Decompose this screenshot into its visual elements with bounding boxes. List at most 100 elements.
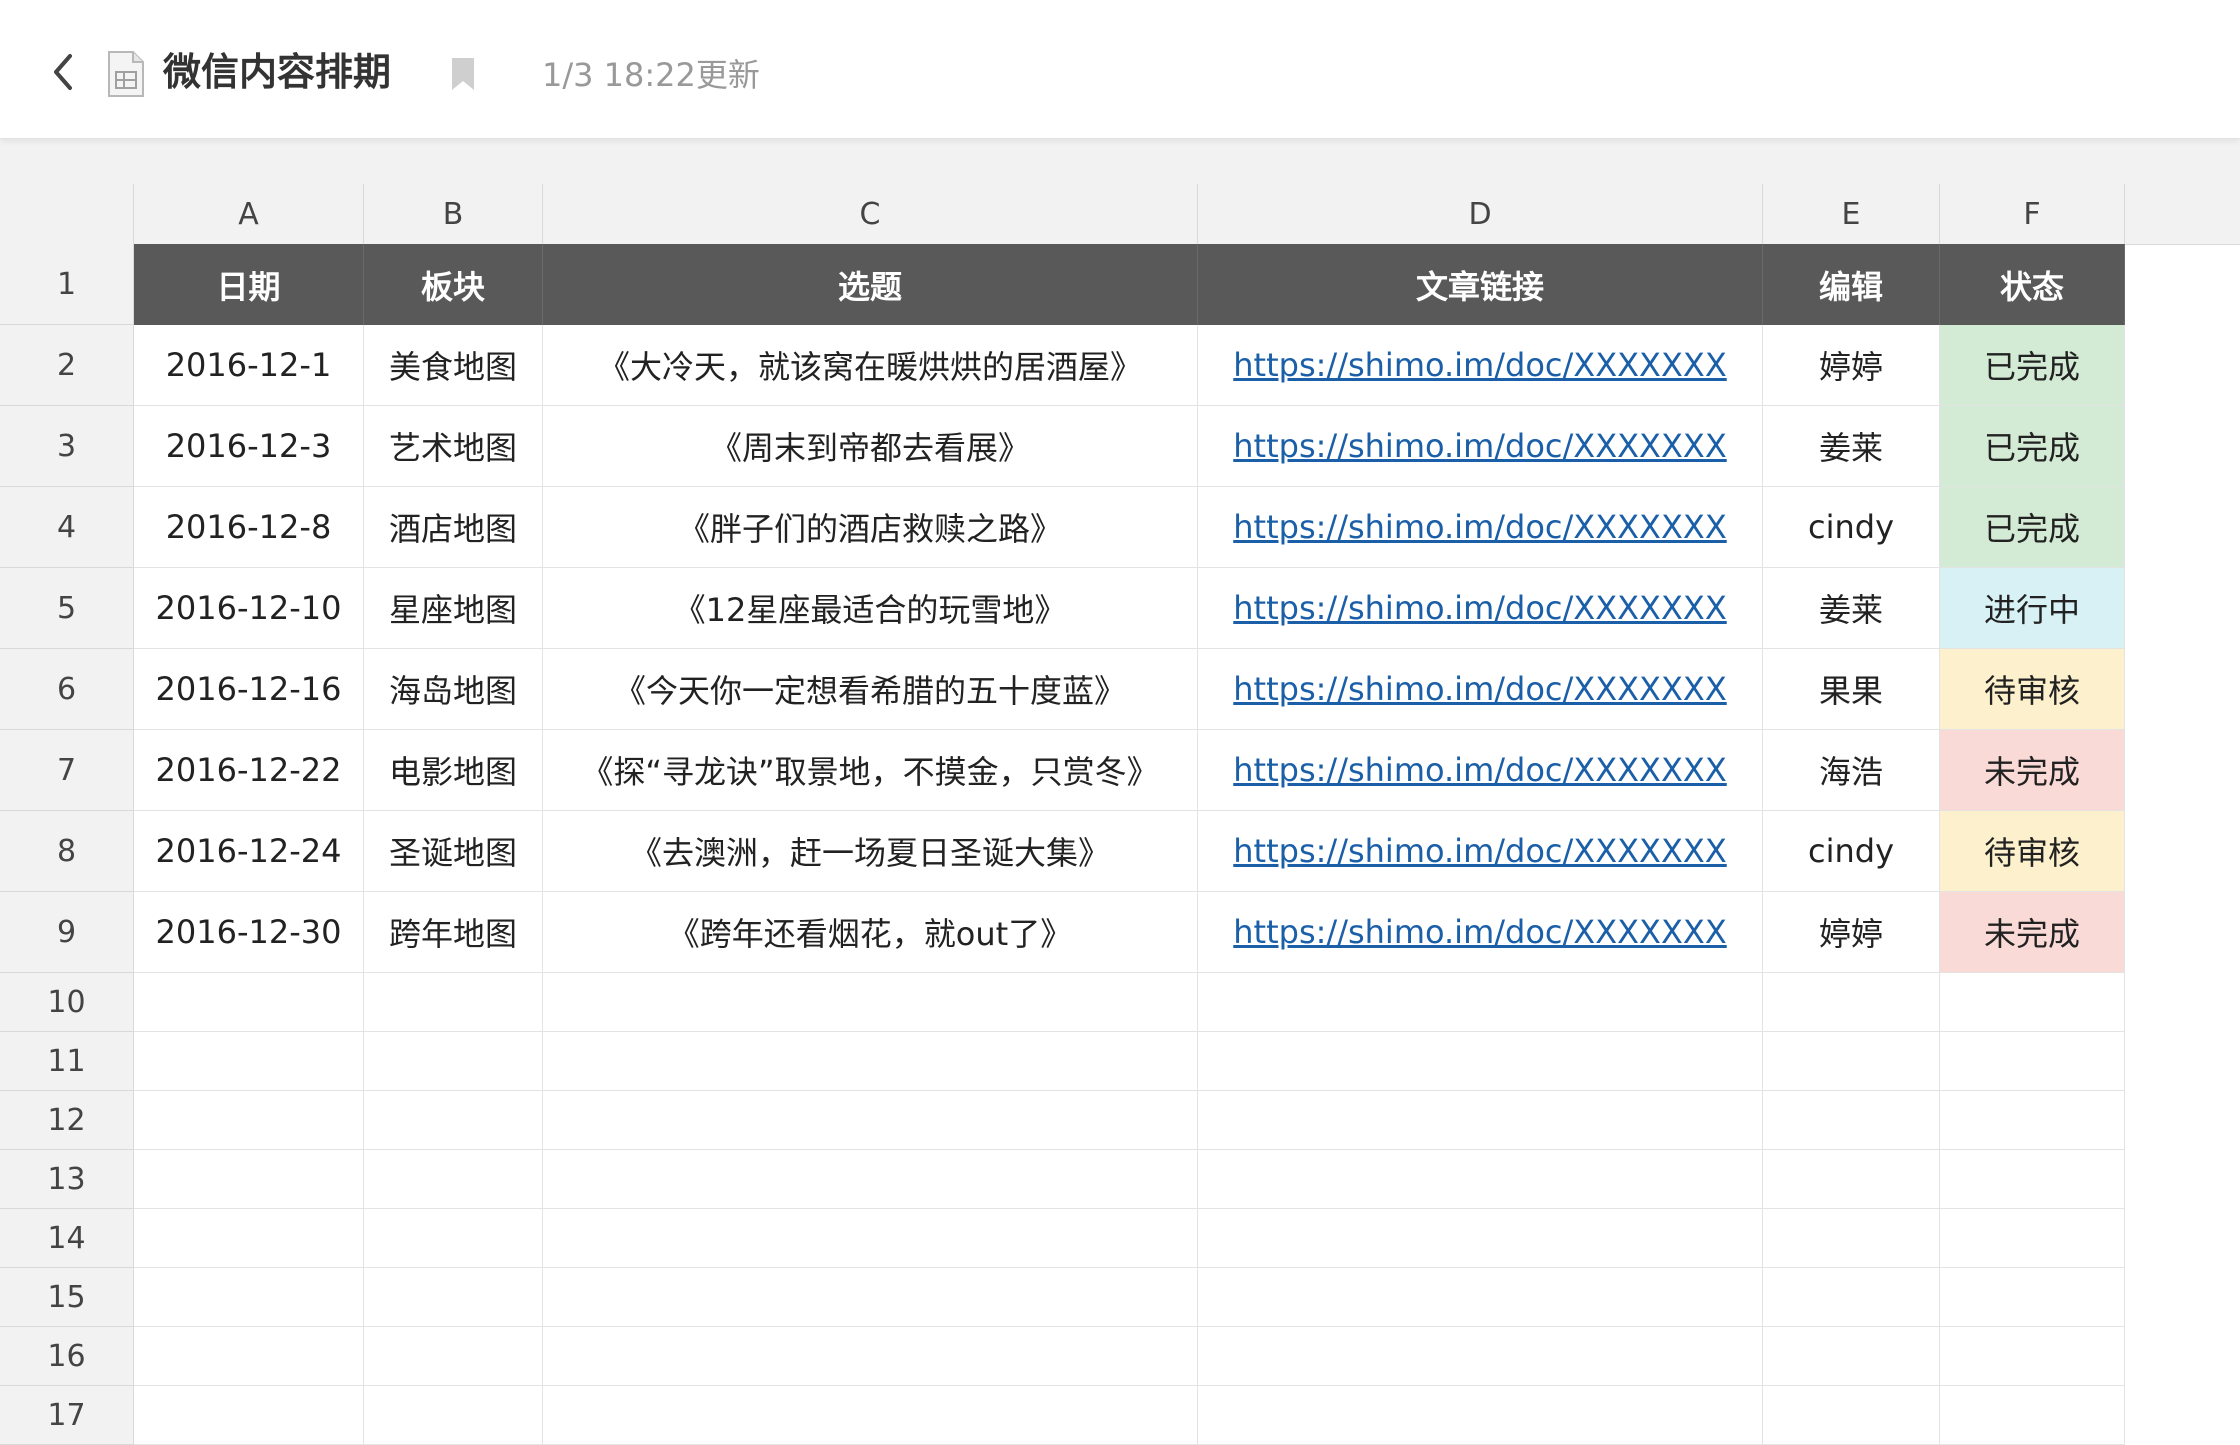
row-number[interactable]: 3 <box>0 406 134 487</box>
article-link[interactable]: https://shimo.im/doc/XXXXXXX <box>1233 589 1726 627</box>
status-cell[interactable]: 未完成 <box>1940 892 2125 973</box>
empty-cell[interactable] <box>364 1327 543 1386</box>
status-cell[interactable]: 未完成 <box>1940 730 2125 811</box>
article-link[interactable]: https://shimo.im/doc/XXXXXXX <box>1233 670 1726 708</box>
date-cell[interactable]: 2016-12-22 <box>134 730 364 811</box>
empty-cell[interactable] <box>1940 1091 2125 1150</box>
column-header-f[interactable]: F <box>1940 184 2125 244</box>
topic-cell[interactable]: 《探“寻龙诀”取景地，不摸金，只赏冬》 <box>543 730 1198 811</box>
row-number[interactable]: 9 <box>0 892 134 973</box>
column-header-b[interactable]: B <box>364 184 543 244</box>
back-chevron-icon[interactable] <box>48 50 78 94</box>
row-number[interactable]: 5 <box>0 568 134 649</box>
editor-cell[interactable]: 姜莱 <box>1763 568 1940 649</box>
row-number[interactable]: 7 <box>0 730 134 811</box>
empty-cell[interactable] <box>134 1386 364 1445</box>
status-cell[interactable]: 待审核 <box>1940 811 2125 892</box>
status-cell[interactable]: 已完成 <box>1940 406 2125 487</box>
empty-cell[interactable] <box>1198 1268 1763 1327</box>
row-number[interactable]: 6 <box>0 649 134 730</box>
link-cell[interactable]: https://shimo.im/doc/XXXXXXX <box>1198 892 1763 973</box>
empty-cell[interactable] <box>1940 1327 2125 1386</box>
editor-cell[interactable]: cindy <box>1763 487 1940 568</box>
topic-cell[interactable]: 《周末到帝都去看展》 <box>543 406 1198 487</box>
date-cell[interactable]: 2016-12-1 <box>134 325 364 406</box>
link-cell[interactable]: https://shimo.im/doc/XXXXXXX <box>1198 730 1763 811</box>
section-cell[interactable]: 圣诞地图 <box>364 811 543 892</box>
empty-cell[interactable] <box>1940 1150 2125 1209</box>
empty-cell[interactable] <box>134 1327 364 1386</box>
empty-cell[interactable] <box>543 1268 1198 1327</box>
empty-cell[interactable] <box>543 1032 1198 1091</box>
row-number[interactable]: 17 <box>0 1386 134 1445</box>
column-header-e[interactable]: E <box>1763 184 1940 244</box>
empty-cell[interactable] <box>364 1032 543 1091</box>
topic-cell[interactable]: 《跨年还看烟花，就out了》 <box>543 892 1198 973</box>
date-cell[interactable]: 2016-12-8 <box>134 487 364 568</box>
row-number[interactable]: 15 <box>0 1268 134 1327</box>
empty-cell[interactable] <box>1940 1386 2125 1445</box>
empty-cell[interactable] <box>1198 1386 1763 1445</box>
link-cell[interactable]: https://shimo.im/doc/XXXXXXX <box>1198 325 1763 406</box>
section-cell[interactable]: 美食地图 <box>364 325 543 406</box>
empty-cell[interactable] <box>364 1150 543 1209</box>
empty-cell[interactable] <box>543 1386 1198 1445</box>
empty-cell[interactable] <box>1940 1268 2125 1327</box>
empty-cell[interactable] <box>364 1209 543 1268</box>
empty-cell[interactable] <box>543 1091 1198 1150</box>
link-cell[interactable]: https://shimo.im/doc/XXXXXXX <box>1198 487 1763 568</box>
empty-cell[interactable] <box>1763 1150 1940 1209</box>
editor-cell[interactable]: cindy <box>1763 811 1940 892</box>
row-number[interactable]: 8 <box>0 811 134 892</box>
row-number[interactable]: 13 <box>0 1150 134 1209</box>
empty-cell[interactable] <box>543 973 1198 1032</box>
status-cell[interactable]: 进行中 <box>1940 568 2125 649</box>
empty-cell[interactable] <box>134 1268 364 1327</box>
column-header-d[interactable]: D <box>1198 184 1763 244</box>
bookmark-icon[interactable] <box>450 56 476 92</box>
status-cell[interactable]: 已完成 <box>1940 487 2125 568</box>
empty-cell[interactable] <box>1198 1032 1763 1091</box>
row-number[interactable]: 2 <box>0 325 134 406</box>
status-cell[interactable]: 待审核 <box>1940 649 2125 730</box>
empty-cell[interactable] <box>1763 1268 1940 1327</box>
article-link[interactable]: https://shimo.im/doc/XXXXXXX <box>1233 346 1726 384</box>
table-header-cell[interactable]: 选题 <box>543 244 1198 325</box>
empty-cell[interactable] <box>364 973 543 1032</box>
empty-cell[interactable] <box>1940 1032 2125 1091</box>
link-cell[interactable]: https://shimo.im/doc/XXXXXXX <box>1198 649 1763 730</box>
date-cell[interactable]: 2016-12-3 <box>134 406 364 487</box>
row-number[interactable]: 11 <box>0 1032 134 1091</box>
article-link[interactable]: https://shimo.im/doc/XXXXXXX <box>1233 913 1726 951</box>
empty-cell[interactable] <box>543 1150 1198 1209</box>
topic-cell[interactable]: 《12星座最适合的玩雪地》 <box>543 568 1198 649</box>
section-cell[interactable]: 跨年地图 <box>364 892 543 973</box>
table-header-cell[interactable]: 文章链接 <box>1198 244 1763 325</box>
table-header-cell[interactable]: 日期 <box>134 244 364 325</box>
row-number[interactable]: 14 <box>0 1209 134 1268</box>
empty-cell[interactable] <box>1198 1150 1763 1209</box>
empty-cell[interactable] <box>543 1327 1198 1386</box>
article-link[interactable]: https://shimo.im/doc/XXXXXXX <box>1233 427 1726 465</box>
status-cell[interactable]: 已完成 <box>1940 325 2125 406</box>
section-cell[interactable]: 艺术地图 <box>364 406 543 487</box>
empty-cell[interactable] <box>134 973 364 1032</box>
topic-cell[interactable]: 《胖子们的酒店救赎之路》 <box>543 487 1198 568</box>
empty-cell[interactable] <box>1763 1327 1940 1386</box>
empty-cell[interactable] <box>1763 973 1940 1032</box>
editor-cell[interactable]: 婷婷 <box>1763 325 1940 406</box>
editor-cell[interactable]: 海浩 <box>1763 730 1940 811</box>
link-cell[interactable]: https://shimo.im/doc/XXXXXXX <box>1198 811 1763 892</box>
topic-cell[interactable]: 《大冷天，就该窝在暖烘烘的居酒屋》 <box>543 325 1198 406</box>
row-number[interactable]: 12 <box>0 1091 134 1150</box>
section-cell[interactable]: 星座地图 <box>364 568 543 649</box>
column-header-a[interactable]: A <box>134 184 364 244</box>
corner-cell[interactable] <box>0 184 134 244</box>
empty-cell[interactable] <box>134 1150 364 1209</box>
empty-cell[interactable] <box>1198 973 1763 1032</box>
empty-cell[interactable] <box>1940 973 2125 1032</box>
article-link[interactable]: https://shimo.im/doc/XXXXXXX <box>1233 751 1726 789</box>
date-cell[interactable]: 2016-12-10 <box>134 568 364 649</box>
empty-cell[interactable] <box>1763 1386 1940 1445</box>
empty-cell[interactable] <box>364 1386 543 1445</box>
